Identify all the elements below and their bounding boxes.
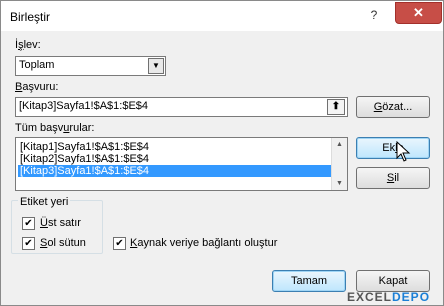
consolidate-dialog: Birleştir ? ✕ İşlev: Toplam ▼ Başvuru: […: [0, 0, 444, 306]
top-row-checkbox[interactable]: ✔: [22, 217, 35, 230]
delete-button[interactable]: Sil: [356, 167, 430, 189]
scroll-up-icon[interactable]: ▲: [333, 138, 346, 151]
function-label: İşlev:: [15, 39, 41, 51]
list-item[interactable]: [Kitap1]Sayfa1!$A$1:$E$4: [18, 141, 332, 153]
close-button[interactable]: ✕: [395, 2, 442, 24]
add-button[interactable]: Ekle: [356, 137, 430, 159]
function-selected-value: Toplam: [19, 59, 55, 71]
list-item-selected[interactable]: [Kitap3]Sayfa1!$A$1:$E$4: [18, 165, 332, 177]
link-source-label[interactable]: Kaynak veriye bağlantı oluştur: [130, 237, 277, 249]
label-location-title: Etiket yeri: [18, 196, 71, 208]
list-item[interactable]: [Kitap2]Sayfa1!$A$1:$E$4: [18, 153, 332, 165]
reference-label: Başvuru:: [15, 81, 59, 93]
link-source-checkbox[interactable]: ✔: [113, 237, 126, 250]
all-references-label: Tüm başvurular:: [15, 122, 95, 134]
list-scrollbar[interactable]: ▲ ▼: [331, 138, 347, 190]
left-column-checkbox[interactable]: ✔: [22, 237, 35, 250]
scroll-down-icon[interactable]: ▼: [333, 177, 346, 190]
watermark-logo: EXCELDEPO: [347, 290, 431, 304]
reference-input[interactable]: [Kitap3]Sayfa1!$A$1:$E$4 ⬆: [15, 97, 348, 117]
browse-button[interactable]: Gözat...: [356, 96, 430, 118]
dialog-title: Birleştir: [10, 10, 51, 24]
left-column-label[interactable]: Sol sütun: [40, 237, 86, 249]
function-dropdown[interactable]: Toplam ▼: [15, 56, 166, 76]
top-row-label[interactable]: Üst satır: [40, 217, 81, 229]
help-button[interactable]: ?: [363, 6, 385, 24]
dropdown-arrow-icon[interactable]: ▼: [148, 58, 164, 74]
cancel-button[interactable]: Kapat: [356, 270, 430, 292]
mouse-pointer-icon: [396, 141, 411, 162]
title-bar: Birleştir ? ✕: [1, 1, 443, 31]
ok-button[interactable]: Tamam: [272, 270, 346, 292]
all-references-list[interactable]: [Kitap1]Sayfa1!$A$1:$E$4 [Kitap2]Sayfa1!…: [15, 137, 348, 191]
reference-value: [Kitap3]Sayfa1!$A$1:$E$4: [19, 100, 149, 112]
collapse-dialog-icon[interactable]: ⬆: [327, 99, 345, 115]
